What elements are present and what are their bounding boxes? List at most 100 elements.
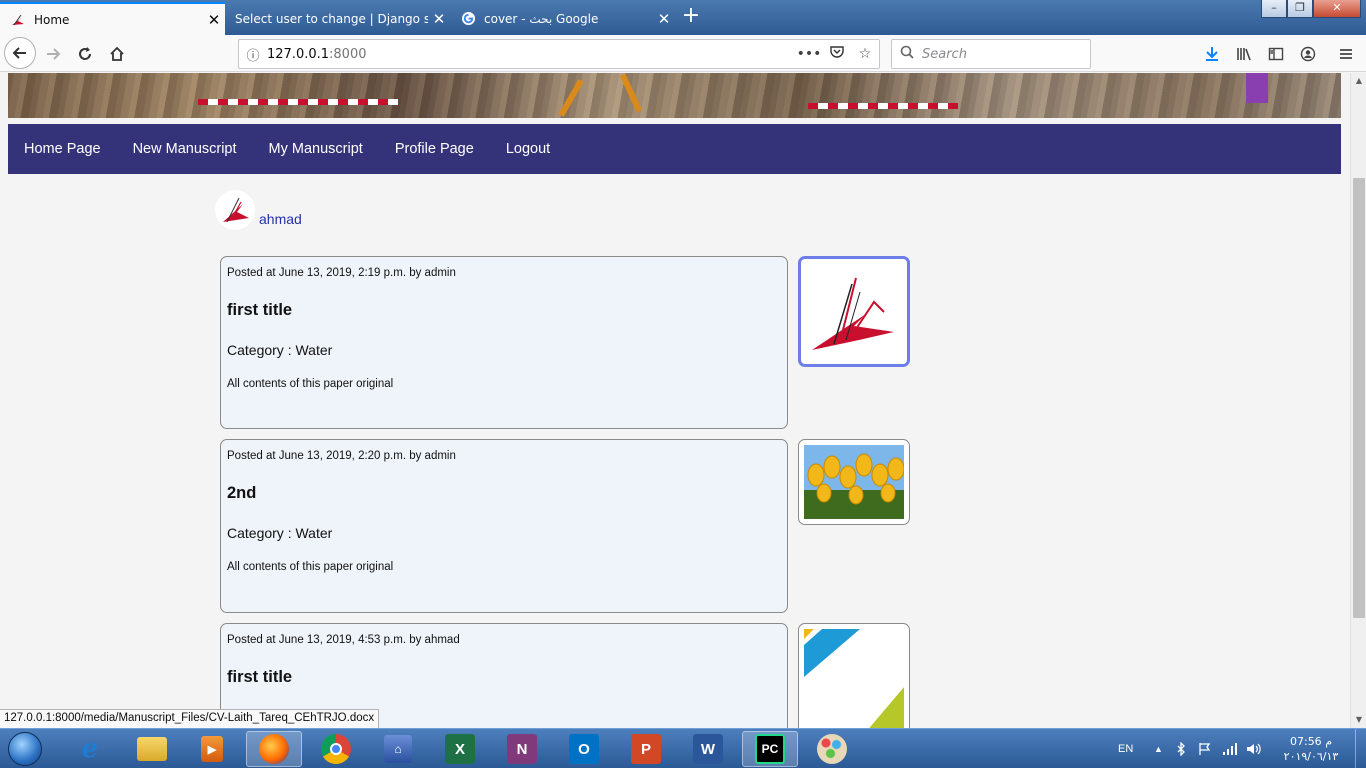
post-meta: Posted at June 13, 2019, 2:20 p.m. by ad… (227, 450, 456, 462)
volume-icon[interactable] (1246, 729, 1262, 768)
home-icon[interactable] (102, 39, 132, 69)
start-button[interactable] (4, 729, 46, 768)
scrollbar-thumb[interactable] (1353, 178, 1365, 618)
post-thumbnail-link[interactable] (798, 439, 910, 525)
paint-icon[interactable] (804, 731, 860, 767)
clock-date: ٢٠١٩/٠٦/١٣ (1283, 750, 1339, 763)
word-icon[interactable]: W (680, 731, 736, 767)
post-title[interactable]: first title (227, 301, 781, 320)
pycharm-icon[interactable]: PC (742, 731, 798, 767)
author-name-link[interactable]: ahmad (259, 211, 302, 227)
author-header: ahmad (215, 190, 302, 230)
post-title[interactable]: first title (227, 668, 781, 687)
bird-favicon-icon (10, 12, 26, 28)
system-clock[interactable]: 07:56 م ٢٠١٩/٠٦/١٣ (1280, 734, 1342, 764)
maximize-button[interactable]: ❐ (1287, 0, 1313, 18)
post-title[interactable]: 2nd (227, 484, 781, 503)
post-description: All contents of this paper original (227, 561, 394, 573)
tab-close-icon[interactable]: ✕ (428, 10, 450, 28)
bird-logo-image (804, 262, 904, 361)
pocket-icon[interactable] (823, 45, 851, 63)
bookmark-star-icon[interactable]: ☆ (851, 46, 879, 62)
reload-icon[interactable] (70, 39, 100, 69)
nav-logout[interactable]: Logout (490, 124, 566, 174)
close-window-button[interactable]: ✕ (1313, 0, 1361, 18)
tab-home[interactable]: Home ✕ (0, 2, 225, 35)
url-port: :8000 (329, 46, 367, 62)
minimize-button[interactable]: – (1261, 0, 1287, 18)
post-category: Category : Water (227, 525, 333, 541)
banner-barrier (198, 99, 398, 105)
banner-barrier (808, 103, 958, 109)
chrome-icon[interactable] (308, 731, 364, 767)
construction-site-banner (8, 73, 1341, 118)
bluetooth-icon[interactable] (1176, 729, 1186, 768)
post-meta: Posted at June 13, 2019, 4:53 p.m. by ah… (227, 634, 460, 646)
url-host: 127.0.0.1 (267, 46, 330, 62)
search-placeholder: Search (922, 46, 967, 62)
action-center-flag-icon[interactable] (1198, 729, 1212, 768)
windows-taskbar: e ▶ ⌂ X N O P W PC EN ▲ 07:56 م ٢٠١٩/٠٦/… (0, 728, 1366, 768)
search-input[interactable]: Search (891, 39, 1091, 69)
banner-beam (619, 73, 643, 113)
windows-logo-icon (8, 732, 42, 766)
browser-tab-strip: Home ✕ Select user to change | Django si… (0, 0, 1366, 35)
clock-time: 07:56 م (1289, 735, 1332, 748)
back-arrow-icon[interactable] (4, 37, 36, 69)
tab-title: cover - بحث Google (484, 11, 599, 26)
media-player-icon[interactable]: ▶ (184, 731, 240, 767)
nav-my-manuscript[interactable]: My Manuscript (253, 124, 379, 174)
post-meta: Posted at June 13, 2019, 2:19 p.m. by ad… (227, 267, 456, 279)
scroll-down-arrow-icon[interactable]: ▼ (1351, 712, 1366, 728)
tab-close-icon[interactable]: ✕ (653, 10, 675, 28)
post-card: Posted at June 13, 2019, 2:19 p.m. by ad… (220, 256, 788, 429)
document-cover-image (804, 629, 904, 728)
avatar[interactable] (215, 190, 255, 230)
tab-django-users[interactable]: Select user to change | Django site a ✕ (225, 2, 450, 35)
page-viewport: Home Page New Manuscript My Manuscript P… (0, 73, 1350, 728)
language-indicator[interactable]: EN (1118, 729, 1133, 768)
link-status-bar: 127.0.0.1:8000/media/Manuscript_Files/CV… (0, 709, 380, 728)
post-category: Category : Water (227, 342, 333, 358)
new-tab-plus-icon[interactable]: + (680, 4, 702, 30)
url-bar[interactable]: ⓘ 127.0.0.1:8000 ••• ☆ (238, 39, 880, 69)
nav-profile-page[interactable]: Profile Page (379, 124, 490, 174)
firefox-icon[interactable] (246, 731, 302, 767)
downloads-icon[interactable] (1198, 39, 1226, 69)
site-navbar: Home Page New Manuscript My Manuscript P… (8, 124, 1341, 174)
nav-home-page[interactable]: Home Page (8, 124, 117, 174)
post-thumbnail-link[interactable] (798, 623, 910, 728)
onenote-icon[interactable]: N (494, 731, 550, 767)
account-icon[interactable] (1294, 39, 1322, 69)
search-icon (892, 45, 922, 63)
file-explorer-icon[interactable] (124, 731, 180, 767)
library-icon[interactable] (1230, 39, 1258, 69)
excel-icon[interactable]: X (432, 731, 488, 767)
tulips-photo-image (804, 445, 904, 519)
tab-close-icon[interactable]: ✕ (203, 11, 225, 29)
show-desktop-button[interactable] (1355, 729, 1366, 768)
tab-title: Home (34, 12, 70, 27)
banner-beam (558, 79, 584, 117)
info-icon[interactable]: ⓘ (239, 45, 267, 64)
outlook-icon[interactable]: O (556, 731, 612, 767)
post-card: Posted at June 13, 2019, 2:20 p.m. by ad… (220, 439, 788, 613)
url-text: 127.0.0.1:8000 (267, 47, 795, 62)
powerpoint-icon[interactable]: P (618, 731, 674, 767)
network-app-icon[interactable]: ⌂ (370, 731, 426, 767)
scroll-up-arrow-icon[interactable]: ▲ (1351, 73, 1366, 89)
browser-toolbar: ⓘ 127.0.0.1:8000 ••• ☆ Search (0, 35, 1366, 72)
page-scrollbar[interactable]: ▲ ▼ (1350, 73, 1366, 728)
internet-explorer-icon[interactable]: e (62, 731, 118, 767)
page-actions-icon[interactable]: ••• (795, 46, 823, 62)
forward-arrow-icon[interactable] (38, 39, 68, 69)
post-description: All contents of this paper original (227, 378, 394, 390)
banner-crane (1246, 73, 1268, 103)
nav-new-manuscript[interactable]: New Manuscript (117, 124, 253, 174)
tab-google-search[interactable]: cover - بحث Google ✕ (450, 2, 675, 35)
network-signal-icon[interactable] (1222, 729, 1238, 768)
hamburger-menu-icon[interactable] (1332, 39, 1360, 69)
tray-expand-icon[interactable]: ▲ (1154, 729, 1163, 768)
post-thumbnail-link[interactable] (798, 256, 910, 367)
sidebar-icon[interactable] (1262, 39, 1290, 69)
